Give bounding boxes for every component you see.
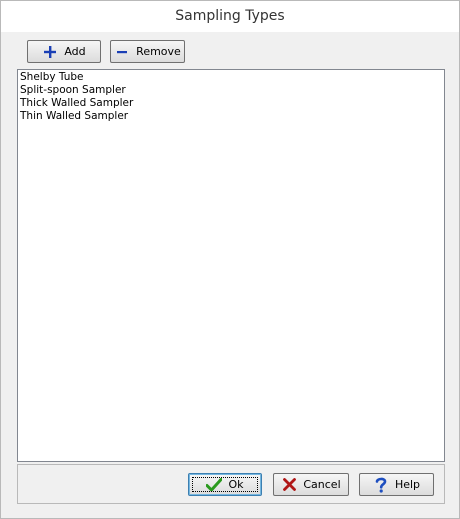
remove-button[interactable]: Remove [110, 40, 185, 63]
cancel-button[interactable]: Cancel [273, 473, 349, 496]
window-title: Sampling Types [175, 8, 285, 24]
list-item[interactable]: Shelby Tube [19, 71, 443, 84]
title-bar: Sampling Types [1, 1, 459, 32]
sampling-types-list[interactable]: Shelby Tube Split-spoon Sampler Thick Wa… [17, 69, 445, 462]
help-button-label: Help [394, 478, 421, 491]
question-icon [373, 477, 389, 493]
cancel-button-label: Cancel [303, 478, 341, 491]
minus-icon [114, 44, 130, 60]
ok-button-label: Ok [228, 478, 244, 491]
focus-rectangle [192, 477, 258, 492]
list-item[interactable]: Thin Walled Sampler [19, 110, 443, 123]
remove-button-label: Remove [136, 45, 181, 58]
plus-icon [42, 44, 58, 60]
add-button-label: Add [64, 45, 86, 58]
list-item[interactable]: Split-spoon Sampler [19, 84, 443, 97]
x-icon [281, 477, 297, 493]
sampling-types-dialog: Sampling Types Add Remove Shelby Tube Sp… [0, 0, 460, 519]
checkmark-icon [206, 477, 223, 493]
list-item[interactable]: Thick Walled Sampler [19, 97, 443, 110]
dialog-body: Add Remove Shelby Tube Split-spoon Sampl… [1, 32, 459, 518]
ok-button[interactable]: Ok [188, 473, 262, 496]
help-button[interactable]: Help [359, 473, 434, 496]
add-button[interactable]: Add [27, 40, 101, 63]
